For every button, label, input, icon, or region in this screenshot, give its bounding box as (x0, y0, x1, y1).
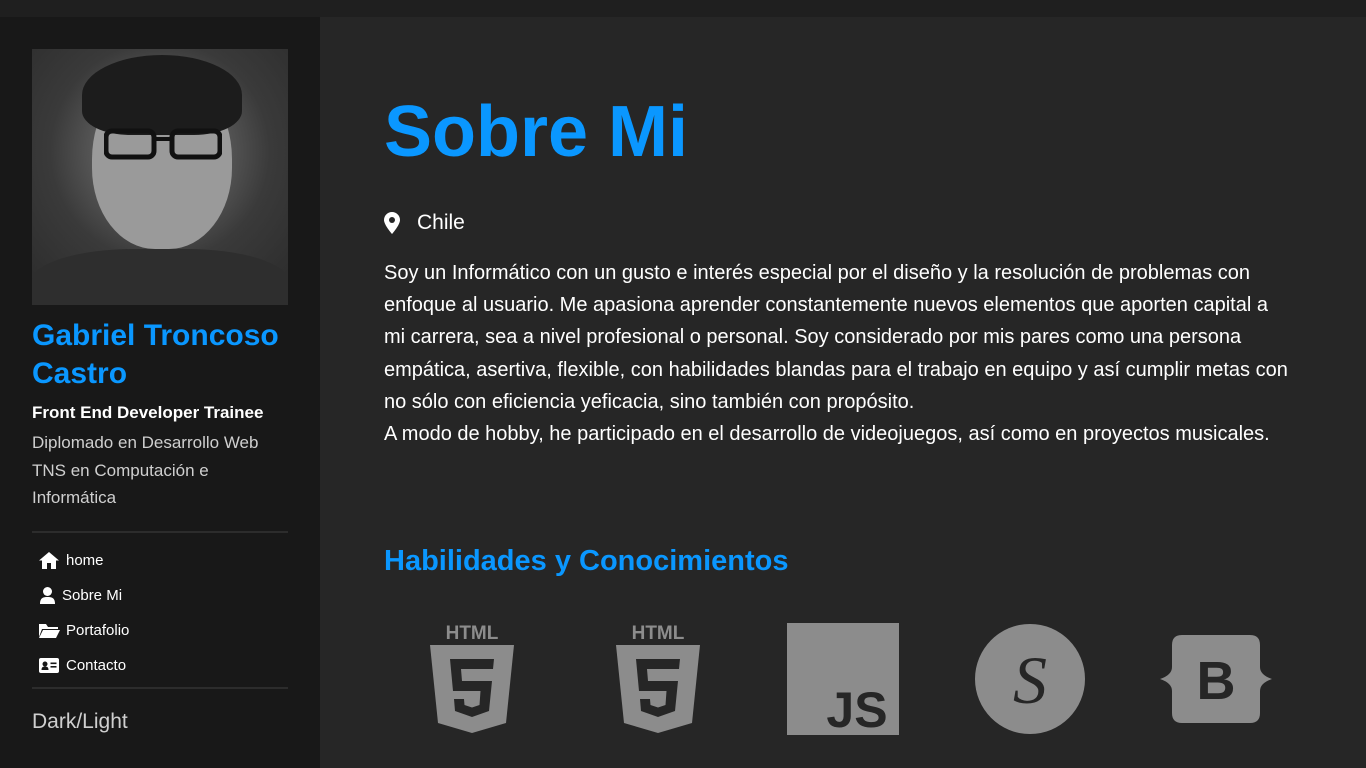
sidebar: Gabriel Troncoso Castro Front End Develo… (0, 17, 320, 768)
main-content: Sobre Mi Chile Soy un Informático con un… (320, 17, 1366, 768)
javascript-icon: JS (787, 623, 899, 735)
page-title: Sobre Mi (384, 92, 689, 172)
skill-label-html-1: HTML (446, 623, 499, 644)
profile-desc-line2: TNS en Computación e Informática (32, 460, 209, 508)
map-pin-icon (384, 212, 417, 234)
nav-item-contacto[interactable]: Contacto (32, 648, 288, 683)
nav-label-contacto: Contacto (66, 657, 127, 674)
about-paragraph-1: Soy un Informático con un gusto e interé… (384, 262, 1288, 413)
sidebar-divider (32, 531, 288, 533)
profile-desc-line1: Diplomado en Desarrollo Web (32, 433, 259, 452)
about-paragraph-2: A modo de hobby, he participado en el de… (384, 423, 1270, 446)
folder-open-icon (32, 623, 66, 638)
sidebar-divider-bottom (32, 687, 288, 689)
sass-icon: S (974, 623, 1086, 735)
nav-item-portafolio[interactable]: Portafolio (32, 613, 288, 648)
skill-label-js: JS (826, 682, 887, 735)
top-bar (0, 0, 1366, 17)
skill-label-sass: S (1013, 642, 1047, 718)
nav-item-home[interactable]: home (32, 543, 288, 578)
profile-name: Gabriel Troncoso Castro (32, 319, 279, 390)
contact-card-icon (32, 658, 66, 673)
location-text: Chile (417, 211, 465, 234)
skill-label-html-2: HTML (632, 623, 685, 644)
home-icon (32, 552, 66, 569)
nav-item-sobre-mi[interactable]: Sobre Mi (32, 578, 288, 613)
theme-toggle[interactable]: Dark/Light (32, 710, 128, 734)
location: Chile (384, 211, 465, 235)
skill-label-bootstrap: B (1197, 651, 1236, 711)
nav-label-home: home (66, 552, 104, 569)
sidebar-nav: home Sobre Mi Portafolio Contacto (32, 543, 288, 683)
html5-icon: HTML (416, 623, 528, 735)
nav-label-portafolio: Portafolio (66, 622, 130, 639)
profile-description: Diplomado en Desarrollo Web TNS en Compu… (32, 429, 288, 512)
bootstrap-icon: B (1160, 623, 1272, 735)
nav-label-sobre-mi: Sobre Mi (62, 587, 123, 604)
profile-role: Front End Developer Trainee (32, 403, 264, 422)
user-icon (32, 587, 62, 604)
profile-photo (32, 49, 288, 305)
about-text: Soy un Informático con un gusto e interé… (384, 257, 1294, 450)
html5-icon: HTML (602, 623, 714, 735)
skills-title: Habilidades y Conocimientos (384, 545, 789, 577)
